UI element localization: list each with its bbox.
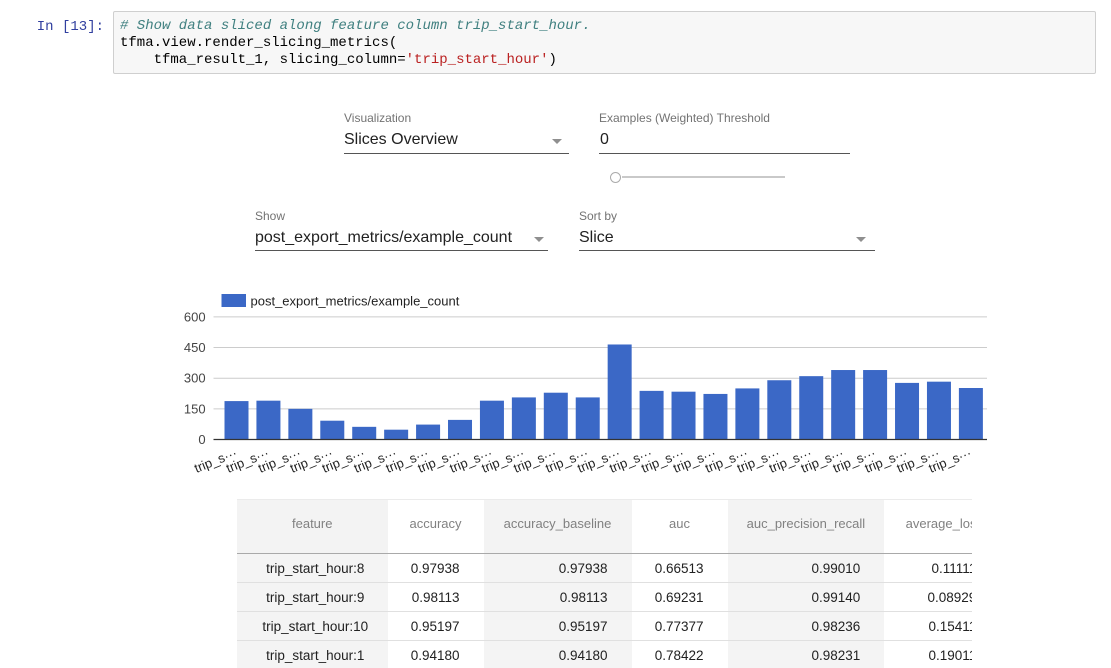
svg-text:300: 300 [184, 371, 206, 386]
svg-text:150: 150 [184, 401, 206, 416]
svg-text:post_export_metrics/example_co: post_export_metrics/example_count [251, 294, 460, 309]
svg-text:450: 450 [184, 340, 206, 355]
svg-text:0: 0 [198, 432, 205, 447]
svg-text:600: 600 [184, 309, 206, 324]
